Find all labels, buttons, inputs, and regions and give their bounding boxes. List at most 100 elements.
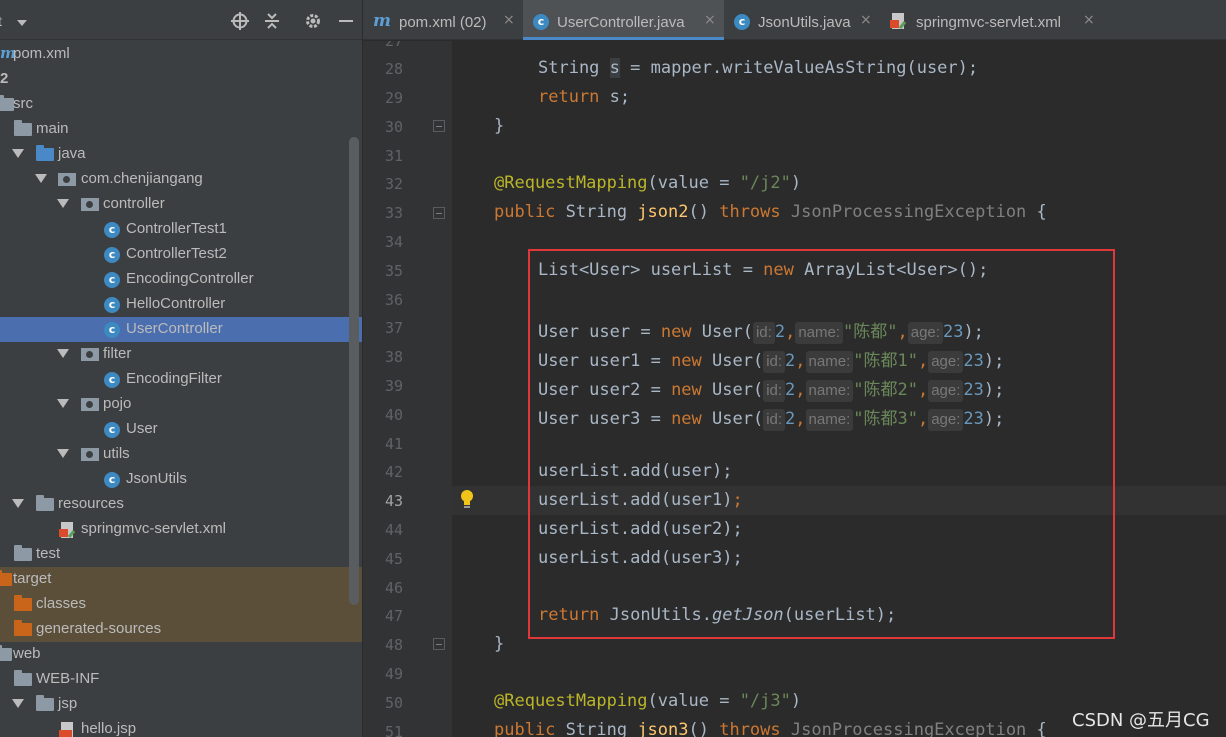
expand-arrow-icon[interactable] (12, 699, 24, 708)
tree-item-label: ControllerTest2 (126, 245, 227, 262)
close-icon[interactable]: × (1083, 12, 1095, 28)
project-panel-header: t (0, 0, 362, 40)
tree-item-pojo[interactable]: pojo (0, 392, 362, 417)
source-folder-icon (36, 145, 54, 161)
tree-item-springmvc-servlet-xml[interactable]: springmvc-servlet.xml (0, 517, 362, 542)
tree-item-test[interactable]: test (0, 542, 362, 567)
tree-item-encodingfilter[interactable]: c EncodingFilter (0, 367, 362, 392)
expand-arrow-icon[interactable] (57, 199, 69, 208)
tree-item-web[interactable]: web (0, 642, 362, 667)
code-editor[interactable]: 27 28 29 30 31 32 33 34 35 36 37 38 39 4… (362, 41, 1226, 737)
tree-item-src[interactable]: src (0, 92, 362, 117)
tree-item-pom-xml[interactable]: m pom.xml (0, 42, 362, 67)
package-icon (81, 198, 99, 211)
tree-item-utils[interactable]: utils (0, 442, 362, 467)
close-icon[interactable]: × (860, 12, 872, 28)
class-icon: c (533, 14, 549, 30)
code-line-28: String s = mapper.writeValueAsString(use… (538, 58, 979, 78)
project-panel: t m pom.xml 2 src main java (0, 0, 362, 737)
tree-item-label: com.chenjiangang (81, 170, 203, 187)
tab-usercontroller-java[interactable]: c UserController.java × (523, 0, 724, 40)
tree-item-resources[interactable]: resources (0, 492, 362, 517)
maven-icon: m (373, 11, 391, 31)
folder-icon (0, 95, 14, 111)
tree-item-classes[interactable]: classes (0, 592, 362, 617)
tab-jsonutils-java[interactable]: c JsonUtils.java × (724, 0, 880, 40)
expand-arrow-icon[interactable] (57, 399, 69, 408)
excluded-folder-icon (0, 570, 12, 586)
tree-item-jsp[interactable]: jsp (0, 692, 362, 717)
tree-item-label: resources (58, 495, 124, 512)
hide-panel-icon[interactable] (337, 12, 355, 30)
editor-tab-bar: m pom.xml (02) × c UserController.java ×… (362, 0, 1226, 40)
xml-file-icon (59, 522, 75, 538)
tab-label: springmvc-servlet.xml (916, 14, 1062, 31)
expand-arrow-icon[interactable] (35, 174, 47, 183)
class-icon: c (104, 372, 120, 388)
tree-item-label: pojo (103, 395, 132, 412)
tree-item-label: pom.xml (13, 45, 70, 62)
view-dropdown-caret-icon[interactable] (17, 20, 27, 26)
tree-item-controllertest1[interactable]: c ControllerTest1 (0, 217, 362, 242)
watermark: CSDN @五月CG (1072, 710, 1210, 731)
code-line-29: return s; (538, 87, 631, 107)
tree-item-generated-sources[interactable]: generated-sources (0, 617, 362, 642)
expand-arrow-icon[interactable] (57, 449, 69, 458)
code-line-48: } (494, 634, 505, 654)
code-line-50: @RequestMapping(value = "/j3") (494, 691, 802, 711)
code-line-33: public String json2() throws JsonProcess… (494, 202, 1047, 222)
jsp-file-icon (59, 722, 73, 737)
highlight-annotation-box (528, 249, 1115, 639)
tab-label: JsonUtils.java (758, 14, 851, 31)
tree-item-label: UserController (126, 320, 223, 337)
tree-item-label: classes (36, 595, 87, 612)
tree-item-main[interactable]: main (0, 117, 362, 142)
tab-pom-xml[interactable]: m pom.xml (02) × (363, 0, 523, 40)
tree-item-label: target (13, 570, 52, 587)
tree-item-java[interactable]: java (0, 142, 362, 167)
tree-item-label: springmvc-servlet.xml (81, 520, 227, 537)
tree-item-usercontroller[interactable]: c UserController (0, 317, 362, 342)
tree-item-encodingcontroller[interactable]: c EncodingController (0, 267, 362, 292)
tree-item-controllertest2[interactable]: c ControllerTest2 (0, 242, 362, 267)
project-panel-title[interactable]: t (0, 13, 2, 29)
locate-crosshair-icon[interactable] (231, 12, 249, 30)
tree-item-label: 2 (0, 70, 9, 87)
tree-item-label: web (13, 645, 41, 662)
tree-item-label: EncodingFilter (126, 370, 222, 387)
code-line-30: } (494, 116, 505, 136)
folder-icon (0, 645, 12, 661)
tree-item-label: JsonUtils (126, 470, 187, 487)
class-icon: c (104, 222, 120, 238)
expand-arrow-icon[interactable] (57, 349, 69, 358)
tree-item-jsonutils[interactable]: c JsonUtils (0, 467, 362, 492)
tab-label: UserController.java (557, 14, 685, 31)
close-icon[interactable]: × (704, 12, 716, 28)
tab-label: pom.xml (02) (399, 14, 487, 31)
folder-icon (14, 670, 32, 686)
tree-item-user[interactable]: c User (0, 417, 362, 442)
tree-item-label: jsp (58, 695, 78, 712)
tree-item-module[interactable]: 2 (0, 67, 362, 92)
tree-item-label: src (13, 95, 33, 112)
tree-item-hello-jsp[interactable]: hello.jsp (0, 717, 362, 737)
expand-arrow-icon[interactable] (12, 149, 24, 158)
tree-item-filter[interactable]: filter (0, 342, 362, 367)
settings-gear-icon[interactable] (304, 12, 322, 30)
folder-icon (14, 545, 32, 561)
collapse-all-icon[interactable] (263, 12, 281, 30)
tree-item-controller[interactable]: controller (0, 192, 362, 217)
package-icon (81, 398, 99, 411)
tree-item-com-chenjiangang[interactable]: com.chenjiangang (0, 167, 362, 192)
tab-springmvc-servlet-xml[interactable]: springmvc-servlet.xml × (880, 0, 1105, 40)
tree-item-label: EncodingController (126, 270, 254, 287)
tree-item-label: java (58, 145, 86, 162)
package-icon (81, 448, 99, 461)
tree-item-target[interactable]: target (0, 567, 362, 592)
excluded-folder-icon (14, 620, 32, 636)
tree-item-web-inf[interactable]: WEB-INF (0, 667, 362, 692)
tree-item-hellocontroller[interactable]: c HelloController (0, 292, 362, 317)
expand-arrow-icon[interactable] (12, 499, 24, 508)
tree-scrollbar[interactable] (349, 137, 359, 605)
close-icon[interactable]: × (503, 12, 515, 28)
